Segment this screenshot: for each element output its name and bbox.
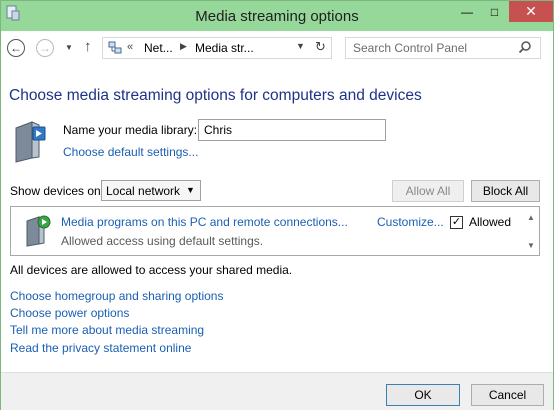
refresh-icon[interactable]: ↻ — [315, 39, 326, 55]
allow-all-button[interactable]: Allow All — [392, 180, 464, 202]
media-device-icon — [25, 213, 51, 247]
device-status: Allowed access using default settings. — [61, 234, 264, 248]
title-bar: Media streaming options — □ ✕ — [1, 1, 553, 31]
navigation-bar: ← → ▼ ↑ « Net... ▶ Media str... ▼ ↻ Sear… — [1, 31, 553, 64]
breadcrumb-media-streaming[interactable]: Media str... — [195, 41, 254, 55]
close-button[interactable]: ✕ — [509, 1, 553, 22]
power-options-link[interactable]: Choose power options — [10, 306, 129, 320]
minimize-button[interactable]: — — [454, 1, 480, 22]
media-library-icon — [13, 118, 47, 164]
dialog-footer: OK Cancel — [1, 372, 553, 410]
search-box[interactable]: Search Control Panel — [345, 37, 541, 59]
sharing-summary-text: All devices are allowed to access your s… — [10, 263, 293, 277]
back-arrow-icon[interactable]: ← — [7, 39, 25, 57]
block-all-button[interactable]: Block All — [471, 180, 540, 202]
show-devices-value: Local network — [106, 184, 181, 198]
forward-arrow-icon[interactable]: → — [36, 39, 54, 57]
address-bar[interactable]: « Net... ▶ Media str... ▼ ↻ — [102, 37, 332, 59]
choose-default-settings-link[interactable]: Choose default settings... — [63, 145, 198, 159]
show-devices-select[interactable]: Local network ▼ — [101, 180, 201, 201]
search-input[interactable]: Search Control Panel — [353, 41, 467, 55]
homegroup-sharing-link[interactable]: Choose homegroup and sharing options — [10, 289, 223, 303]
cancel-button[interactable]: Cancel — [471, 384, 544, 406]
allowed-label[interactable]: Allowed — [469, 215, 511, 229]
search-icon[interactable] — [518, 40, 532, 54]
breadcrumb-separator-icon[interactable]: ▶ — [180, 41, 187, 52]
scroll-down-icon[interactable]: ▼ — [527, 241, 535, 250]
media-streaming-help-link[interactable]: Tell me more about media streaming — [10, 323, 204, 337]
device-name-link[interactable]: Media programs on this PC and remote con… — [61, 215, 348, 229]
address-dropdown-chevron-down-icon[interactable]: ▼ — [296, 41, 305, 51]
privacy-statement-link[interactable]: Read the privacy statement online — [10, 341, 191, 355]
page-title: Choose media streaming options for compu… — [9, 87, 422, 104]
media-streaming-window: Media streaming options — □ ✕ ← → ▼ ↑ « … — [0, 0, 554, 410]
maximize-button[interactable]: □ — [481, 1, 508, 22]
up-arrow-icon[interactable]: ↑ — [84, 38, 92, 55]
breadcrumb-network[interactable]: Net... — [144, 41, 173, 55]
network-icon — [108, 41, 122, 55]
library-name-label: Name your media library: — [63, 123, 198, 137]
breadcrumb-overflow[interactable]: « — [127, 41, 133, 53]
ok-button[interactable]: OK — [386, 384, 460, 406]
library-name-field[interactable] — [198, 119, 386, 141]
show-devices-label: Show devices on: — [10, 184, 105, 198]
device-list: Media programs on this PC and remote con… — [10, 206, 540, 256]
allowed-checkbox[interactable]: ✓ — [450, 216, 463, 229]
recent-locations-chevron-down-icon[interactable]: ▼ — [65, 43, 73, 52]
chevron-down-icon: ▼ — [186, 185, 195, 195]
customize-link[interactable]: Customize... — [377, 215, 444, 229]
scroll-up-icon[interactable]: ▲ — [527, 213, 535, 222]
